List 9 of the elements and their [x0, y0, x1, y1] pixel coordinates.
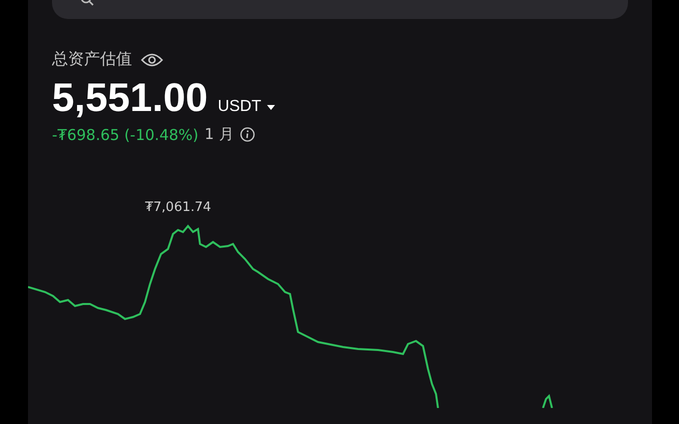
caret-icon [267, 104, 276, 110]
peak-price-label: ₮7,061.74 [145, 200, 212, 215]
total-assets-label: 总资产估值 [52, 49, 132, 70]
eye-icon[interactable] [140, 52, 164, 68]
currency-selector[interactable]: USDT [218, 98, 276, 116]
info-icon[interactable] [240, 127, 255, 142]
total-amount: 5,551.00 [52, 76, 208, 121]
change-value: -₮698.65 (-10.48%) [52, 126, 199, 144]
period-label: 1 月 [204, 125, 234, 144]
